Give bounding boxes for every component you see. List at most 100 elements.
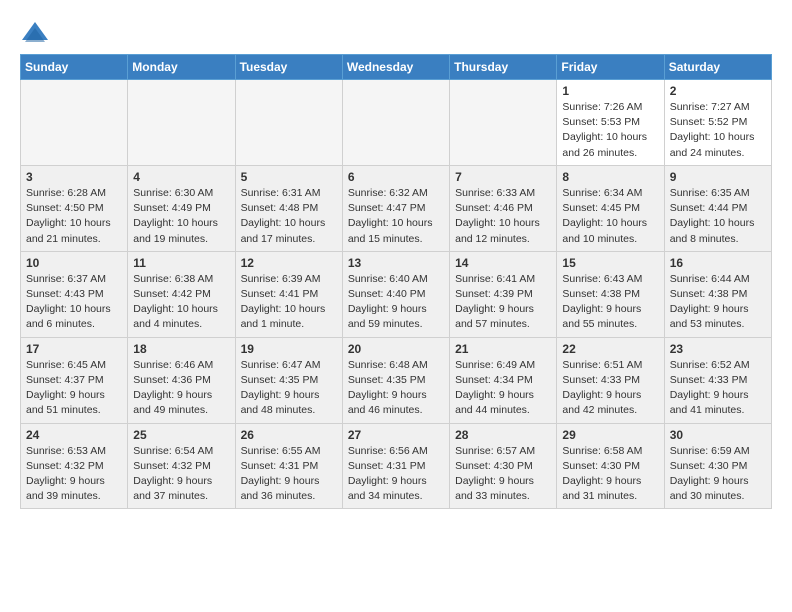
calendar-cell: 26 Sunrise: 6:55 AM Sunset: 4:31 PM Dayli… <box>235 423 342 509</box>
day-number: 21 <box>455 342 551 356</box>
calendar-cell: 6 Sunrise: 6:32 AM Sunset: 4:47 PM Daylig… <box>342 165 449 251</box>
calendar-cell: 2 Sunrise: 7:27 AM Sunset: 5:52 PM Daylig… <box>664 80 771 166</box>
day-info: Sunrise: 7:26 AM Sunset: 5:53 PM Dayligh… <box>562 100 658 161</box>
day-number: 24 <box>26 428 122 442</box>
day-info: Sunrise: 6:28 AM Sunset: 4:50 PM Dayligh… <box>26 186 122 247</box>
day-number: 12 <box>241 256 337 270</box>
day-number: 5 <box>241 170 337 184</box>
day-number: 30 <box>670 428 766 442</box>
day-number: 25 <box>133 428 229 442</box>
calendar-cell: 7 Sunrise: 6:33 AM Sunset: 4:46 PM Daylig… <box>450 165 557 251</box>
calendar-cell: 1 Sunrise: 7:26 AM Sunset: 5:53 PM Daylig… <box>557 80 664 166</box>
calendar-cell <box>128 80 235 166</box>
weekday-header: Monday <box>128 55 235 80</box>
day-info: Sunrise: 6:40 AM Sunset: 4:40 PM Dayligh… <box>348 272 444 333</box>
calendar-cell: 22 Sunrise: 6:51 AM Sunset: 4:33 PM Dayli… <box>557 337 664 423</box>
calendar-week-row: 1 Sunrise: 7:26 AM Sunset: 5:53 PM Daylig… <box>21 80 772 166</box>
calendar-cell: 8 Sunrise: 6:34 AM Sunset: 4:45 PM Daylig… <box>557 165 664 251</box>
weekday-header: Sunday <box>21 55 128 80</box>
calendar-cell: 17 Sunrise: 6:45 AM Sunset: 4:37 PM Dayli… <box>21 337 128 423</box>
calendar-cell <box>21 80 128 166</box>
day-info: Sunrise: 6:52 AM Sunset: 4:33 PM Dayligh… <box>670 358 766 419</box>
day-info: Sunrise: 6:58 AM Sunset: 4:30 PM Dayligh… <box>562 444 658 505</box>
day-number: 19 <box>241 342 337 356</box>
day-number: 27 <box>348 428 444 442</box>
day-info: Sunrise: 6:56 AM Sunset: 4:31 PM Dayligh… <box>348 444 444 505</box>
day-info: Sunrise: 6:33 AM Sunset: 4:46 PM Dayligh… <box>455 186 551 247</box>
weekday-header: Wednesday <box>342 55 449 80</box>
day-number: 4 <box>133 170 229 184</box>
calendar-cell: 29 Sunrise: 6:58 AM Sunset: 4:30 PM Dayli… <box>557 423 664 509</box>
calendar-cell: 21 Sunrise: 6:49 AM Sunset: 4:34 PM Dayli… <box>450 337 557 423</box>
calendar-cell: 12 Sunrise: 6:39 AM Sunset: 4:41 PM Dayli… <box>235 251 342 337</box>
calendar-week-row: 24 Sunrise: 6:53 AM Sunset: 4:32 PM Dayli… <box>21 423 772 509</box>
calendar-cell: 28 Sunrise: 6:57 AM Sunset: 4:30 PM Dayli… <box>450 423 557 509</box>
calendar-week-row: 3 Sunrise: 6:28 AM Sunset: 4:50 PM Daylig… <box>21 165 772 251</box>
page-header <box>20 20 772 44</box>
calendar-cell: 13Sunrise: 6:40 AM Sunset: 4:40 PM Dayli… <box>342 251 449 337</box>
day-number: 17 <box>26 342 122 356</box>
logo-icon <box>20 20 50 44</box>
weekday-header-row: SundayMondayTuesdayWednesdayThursdayFrid… <box>21 55 772 80</box>
weekday-header: Saturday <box>664 55 771 80</box>
calendar-week-row: 17 Sunrise: 6:45 AM Sunset: 4:37 PM Dayli… <box>21 337 772 423</box>
day-number: 10 <box>26 256 122 270</box>
calendar-cell: 9Sunrise: 6:35 AM Sunset: 4:44 PM Daylig… <box>664 165 771 251</box>
day-number: 29 <box>562 428 658 442</box>
calendar-cell: 27 Sunrise: 6:56 AM Sunset: 4:31 PM Dayli… <box>342 423 449 509</box>
day-number: 28 <box>455 428 551 442</box>
calendar-cell <box>235 80 342 166</box>
day-info: Sunrise: 6:39 AM Sunset: 4:41 PM Dayligh… <box>241 272 337 333</box>
weekday-header: Friday <box>557 55 664 80</box>
day-info: Sunrise: 6:31 AM Sunset: 4:48 PM Dayligh… <box>241 186 337 247</box>
day-number: 8 <box>562 170 658 184</box>
day-number: 7 <box>455 170 551 184</box>
calendar-week-row: 10 Sunrise: 6:37 AM Sunset: 4:43 PM Dayli… <box>21 251 772 337</box>
day-info: Sunrise: 6:51 AM Sunset: 4:33 PM Dayligh… <box>562 358 658 419</box>
calendar-cell: 18 Sunrise: 6:46 AM Sunset: 4:36 PM Dayli… <box>128 337 235 423</box>
day-number: 3 <box>26 170 122 184</box>
day-number: 16 <box>670 256 766 270</box>
calendar-cell: 4Sunrise: 6:30 AM Sunset: 4:49 PM Daylig… <box>128 165 235 251</box>
day-number: 6 <box>348 170 444 184</box>
calendar-cell: 15Sunrise: 6:43 AM Sunset: 4:38 PM Dayli… <box>557 251 664 337</box>
day-info: Sunrise: 6:55 AM Sunset: 4:31 PM Dayligh… <box>241 444 337 505</box>
day-info: Sunrise: 6:41 AM Sunset: 4:39 PM Dayligh… <box>455 272 551 333</box>
day-info: Sunrise: 6:54 AM Sunset: 4:32 PM Dayligh… <box>133 444 229 505</box>
day-info: Sunrise: 6:37 AM Sunset: 4:43 PM Dayligh… <box>26 272 122 333</box>
calendar-cell <box>450 80 557 166</box>
weekday-header: Thursday <box>450 55 557 80</box>
day-info: Sunrise: 6:48 AM Sunset: 4:35 PM Dayligh… <box>348 358 444 419</box>
day-number: 1 <box>562 84 658 98</box>
logo <box>20 20 54 44</box>
day-number: 18 <box>133 342 229 356</box>
calendar-cell: 11Sunrise: 6:38 AM Sunset: 4:42 PM Dayli… <box>128 251 235 337</box>
calendar-cell: 25 Sunrise: 6:54 AM Sunset: 4:32 PM Dayli… <box>128 423 235 509</box>
calendar-cell: 23 Sunrise: 6:52 AM Sunset: 4:33 PM Dayli… <box>664 337 771 423</box>
day-info: Sunrise: 6:49 AM Sunset: 4:34 PM Dayligh… <box>455 358 551 419</box>
calendar-cell: 30Sunrise: 6:59 AM Sunset: 4:30 PM Dayli… <box>664 423 771 509</box>
day-info: Sunrise: 6:34 AM Sunset: 4:45 PM Dayligh… <box>562 186 658 247</box>
calendar-cell: 3 Sunrise: 6:28 AM Sunset: 4:50 PM Daylig… <box>21 165 128 251</box>
day-info: Sunrise: 7:27 AM Sunset: 5:52 PM Dayligh… <box>670 100 766 161</box>
calendar-cell: 14 Sunrise: 6:41 AM Sunset: 4:39 PM Dayli… <box>450 251 557 337</box>
day-info: Sunrise: 6:53 AM Sunset: 4:32 PM Dayligh… <box>26 444 122 505</box>
day-number: 23 <box>670 342 766 356</box>
day-number: 14 <box>455 256 551 270</box>
day-info: Sunrise: 6:46 AM Sunset: 4:36 PM Dayligh… <box>133 358 229 419</box>
day-number: 20 <box>348 342 444 356</box>
day-number: 26 <box>241 428 337 442</box>
calendar-table: SundayMondayTuesdayWednesdayThursdayFrid… <box>20 54 772 509</box>
calendar-cell: 10 Sunrise: 6:37 AM Sunset: 4:43 PM Dayli… <box>21 251 128 337</box>
calendar-cell: 16 Sunrise: 6:44 AM Sunset: 4:38 PM Dayli… <box>664 251 771 337</box>
calendar-cell <box>342 80 449 166</box>
weekday-header: Tuesday <box>235 55 342 80</box>
day-info: Sunrise: 6:32 AM Sunset: 4:47 PM Dayligh… <box>348 186 444 247</box>
day-info: Sunrise: 6:44 AM Sunset: 4:38 PM Dayligh… <box>670 272 766 333</box>
day-number: 2 <box>670 84 766 98</box>
day-info: Sunrise: 6:45 AM Sunset: 4:37 PM Dayligh… <box>26 358 122 419</box>
calendar-cell: 24 Sunrise: 6:53 AM Sunset: 4:32 PM Dayli… <box>21 423 128 509</box>
day-info: Sunrise: 6:57 AM Sunset: 4:30 PM Dayligh… <box>455 444 551 505</box>
day-number: 22 <box>562 342 658 356</box>
calendar-cell: 19Sunrise: 6:47 AM Sunset: 4:35 PM Dayli… <box>235 337 342 423</box>
